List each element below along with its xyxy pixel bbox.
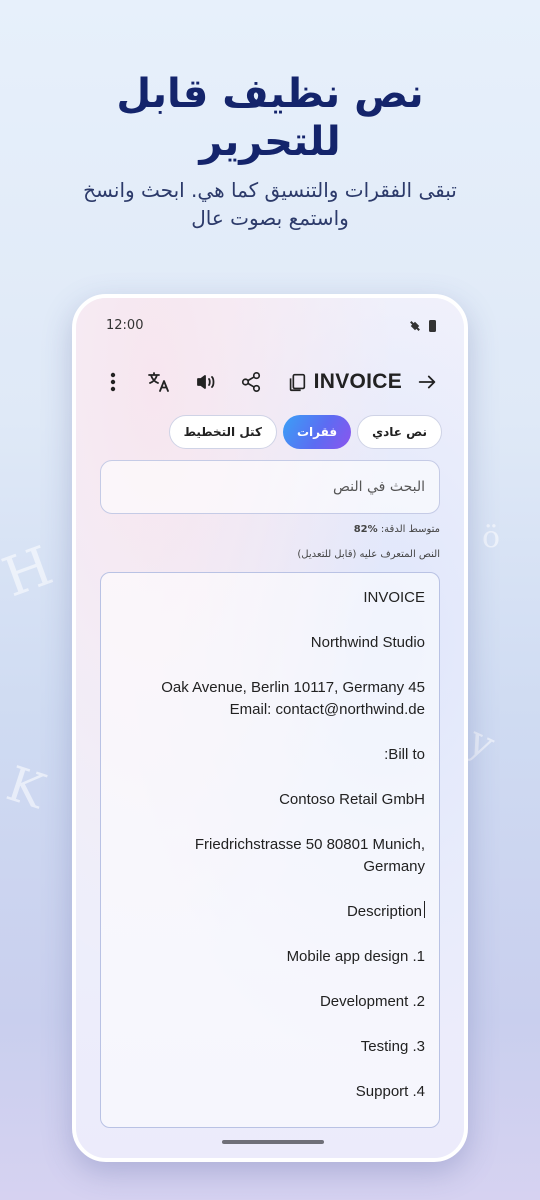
hero: نص نظيف قابل للتحرير تبقى الفقرات والتنس…: [0, 70, 540, 232]
translate-icon[interactable]: [142, 365, 176, 399]
home-indicator[interactable]: [222, 1140, 324, 1144]
status-time: 12:00: [106, 318, 144, 333]
chip-paragraphs[interactable]: فقرات: [282, 415, 352, 449]
chip-plain-text[interactable]: نص عادي: [357, 415, 442, 449]
background-glyph: H: [0, 533, 61, 610]
background-glyph: K: [0, 755, 52, 821]
recognized-text-label: النص المتعرف عليه (قابل للتعديل): [297, 549, 440, 560]
back-arrow-icon[interactable]: [410, 365, 444, 399]
hero-subtitle: تبقى الفقرات والتنسيق كما هي. ابحث وانسخ…: [83, 178, 457, 230]
more-icon[interactable]: [96, 365, 130, 399]
text-line: Testing .3: [360, 1038, 425, 1055]
recognized-text-editor[interactable]: INVOICE Northwind Studio Oak Avenue, Ber…: [100, 572, 440, 1128]
text-line-with-caret: Description: [115, 901, 425, 923]
accuracy-value: 82%: [353, 524, 378, 535]
satellite-icon: [409, 320, 421, 332]
background-glyph: ö: [482, 520, 501, 555]
share-icon[interactable]: [234, 365, 268, 399]
accuracy-label: متوسط الدقة:: [380, 524, 440, 535]
text-line: Oak Avenue, Berlin 10117, Germany 45 Ema…: [161, 679, 425, 718]
text-line: Mobile app design .1: [286, 948, 425, 965]
text-line: Contoso Retail GmbH: [279, 791, 425, 808]
copy-icon[interactable]: [280, 365, 314, 399]
document-title: INVOICE: [313, 370, 403, 393]
status-bar: 12:00: [106, 318, 436, 338]
phone-frame: 12:00 INVOICE نص عادي فقرات كتل التخطيط …: [72, 294, 468, 1162]
toolbar: INVOICE: [96, 364, 444, 400]
battery-icon: [429, 320, 436, 332]
text-caret: [424, 901, 425, 918]
accuracy-readout: متوسط الدقة: 82%: [354, 524, 440, 535]
chip-layout-blocks[interactable]: كتل التخطيط: [168, 415, 277, 449]
app-screen: 12:00 INVOICE نص عادي فقرات كتل التخطيط …: [76, 298, 464, 1158]
speaker-icon[interactable]: [188, 365, 222, 399]
text-line: INVOICE: [363, 589, 425, 606]
text-line: Description: [346, 903, 422, 920]
search-placeholder: البحث في النص: [333, 479, 425, 495]
search-input[interactable]: البحث في النص: [100, 460, 440, 514]
text-line: Northwind Studio: [310, 634, 425, 651]
text-line: Development .2: [319, 993, 425, 1010]
text-line: :Bill to: [384, 746, 425, 763]
view-mode-chips: نص عادي فقرات كتل التخطيط: [168, 415, 442, 449]
text-line: Support .4: [355, 1083, 425, 1100]
hero-title: نص نظيف قابل للتحرير: [116, 71, 424, 165]
text-line: Friedrichstrasse 50 80801 Munich, German…: [194, 836, 425, 875]
